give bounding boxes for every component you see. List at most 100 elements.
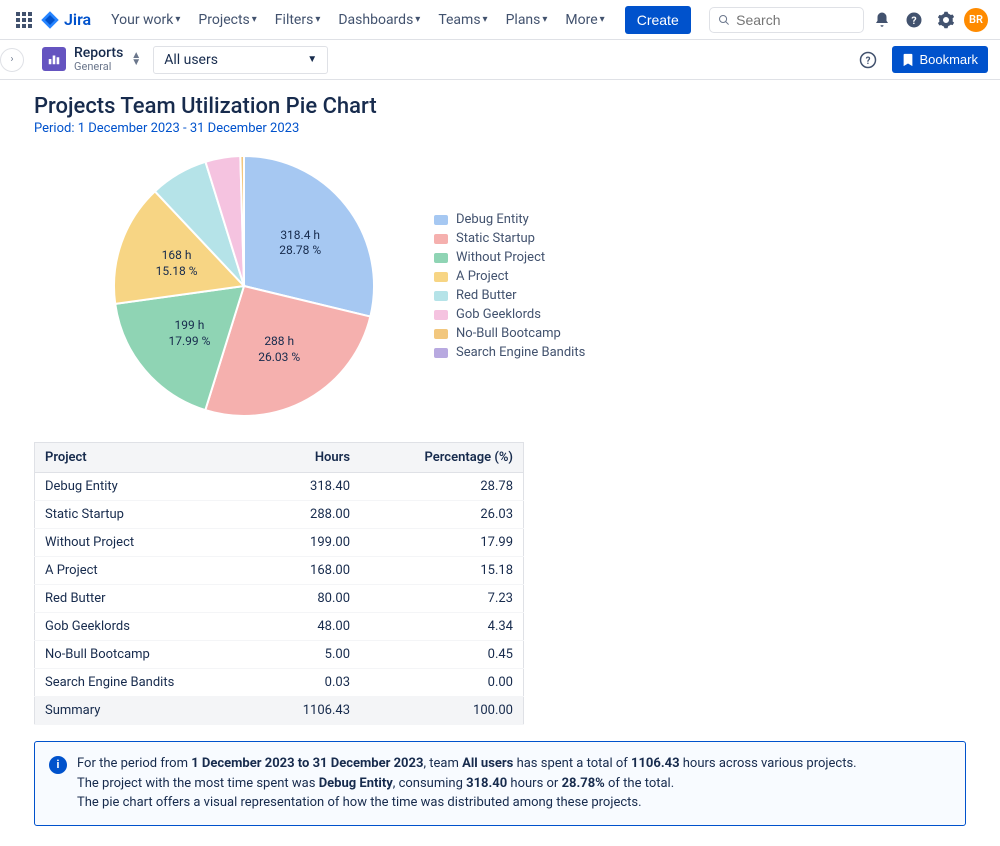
legend-swatch xyxy=(434,310,448,320)
legend-swatch xyxy=(434,253,448,263)
legend-label: Debug Entity xyxy=(456,212,529,227)
main-content: Projects Team Utilization Pie Chart Peri… xyxy=(0,80,1000,846)
legend-swatch xyxy=(434,348,448,358)
bookmark-label: Bookmark xyxy=(919,52,978,67)
cell-value: 7.23 xyxy=(360,585,523,613)
user-filter-select[interactable]: All users ▼ xyxy=(153,46,328,74)
legend-item[interactable]: Debug Entity xyxy=(434,212,585,227)
legend-label: Gob Geeklords xyxy=(456,307,541,322)
chart-legend: Debug Entity Static Startup Without Projec… xyxy=(434,212,585,360)
page-title: Projects Team Utilization Pie Chart xyxy=(34,94,966,119)
search-icon xyxy=(718,13,730,27)
legend-item[interactable]: Static Startup xyxy=(434,231,585,246)
legend-label: Search Engine Bandits xyxy=(456,345,585,360)
table-row: Gob Geeklords48.004.34 xyxy=(35,613,524,641)
cell-value: 199.00 xyxy=(259,529,360,557)
nav-item-projects[interactable]: Projects ▾ xyxy=(190,8,264,32)
table-header: Project xyxy=(35,443,260,473)
cell-value: 1106.43 xyxy=(259,697,360,725)
table-header: Hours xyxy=(259,443,360,473)
period-label: Period: 1 December 2023 - 31 December 20… xyxy=(34,121,966,136)
data-table: ProjectHoursPercentage (%) Debug Entity3… xyxy=(34,442,524,725)
legend-label: Without Project xyxy=(456,250,545,265)
user-filter-value: All users xyxy=(164,52,218,68)
cell-value: 15.18 xyxy=(360,557,523,585)
table-header: Percentage (%) xyxy=(360,443,523,473)
cell-value: 0.45 xyxy=(360,641,523,669)
legend-item[interactable]: Search Engine Bandits xyxy=(434,345,585,360)
app-switcher-icon[interactable] xyxy=(12,8,36,32)
legend-swatch xyxy=(434,272,448,282)
cell-value: 5.00 xyxy=(259,641,360,669)
cell-value: 318.40 xyxy=(259,473,360,501)
cell-value: 0.00 xyxy=(360,669,523,697)
svg-text:?: ? xyxy=(911,13,916,26)
legend-item[interactable]: Red Butter xyxy=(434,288,585,303)
create-button[interactable]: Create xyxy=(625,6,691,34)
cell-project: Summary xyxy=(35,697,260,725)
pie-chart: 318.4 h28.78 %288 h26.03 %199 h17.99 %16… xyxy=(104,146,384,426)
table-row: Debug Entity318.4028.78 xyxy=(35,473,524,501)
report-subtitle: General xyxy=(74,61,123,73)
nav-item-your-work[interactable]: Your work ▾ xyxy=(103,8,188,32)
top-nav: Jira Your work ▾Projects ▾Filters ▾Dashb… xyxy=(0,0,1000,40)
chevron-down-icon: ▼ xyxy=(307,54,317,65)
cell-value: 4.34 xyxy=(360,613,523,641)
report-title: Reports xyxy=(74,46,123,61)
nav-item-teams[interactable]: Teams ▾ xyxy=(430,8,495,32)
cell-value: 100.00 xyxy=(360,697,523,725)
bookmark-button[interactable]: Bookmark xyxy=(892,46,988,73)
legend-item[interactable]: Without Project xyxy=(434,250,585,265)
cell-value: 0.03 xyxy=(259,669,360,697)
legend-label: A Project xyxy=(456,269,509,284)
table-row: Summary1106.43100.00 xyxy=(35,697,524,725)
secondary-bar: › Reports General ▲▼ All users ▼ ? Bookm… xyxy=(0,40,1000,80)
legend-item[interactable]: Gob Geeklords xyxy=(434,307,585,322)
nav-item-dashboards[interactable]: Dashboards ▾ xyxy=(330,8,428,32)
table-row: Red Butter80.007.23 xyxy=(35,585,524,613)
cell-project: Without Project xyxy=(35,529,260,557)
panel-help-icon[interactable]: ? xyxy=(854,46,882,74)
info-icon: i xyxy=(49,756,67,774)
cell-project: Static Startup xyxy=(35,501,260,529)
nav-items: Your work ▾Projects ▾Filters ▾Dashboards… xyxy=(103,8,613,32)
legend-label: Red Butter xyxy=(456,288,517,303)
cell-value: 28.78 xyxy=(360,473,523,501)
search-box[interactable] xyxy=(709,7,864,33)
nav-item-plans[interactable]: Plans ▾ xyxy=(498,8,556,32)
help-icon[interactable]: ? xyxy=(900,6,928,34)
search-input[interactable] xyxy=(736,12,855,28)
jira-logo[interactable]: Jira xyxy=(40,10,91,30)
settings-icon[interactable] xyxy=(932,6,960,34)
nav-item-more[interactable]: More ▾ xyxy=(557,8,612,32)
cell-project: A Project xyxy=(35,557,260,585)
bookmark-icon xyxy=(902,53,914,67)
avatar[interactable]: BR xyxy=(964,8,988,32)
table-row: A Project168.0015.18 xyxy=(35,557,524,585)
sidebar-toggle[interactable]: › xyxy=(0,48,24,72)
legend-label: Static Startup xyxy=(456,231,535,246)
report-switcher-icon[interactable]: ▲▼ xyxy=(131,52,141,66)
table-row: Without Project199.0017.99 xyxy=(35,529,524,557)
cell-project: Debug Entity xyxy=(35,473,260,501)
legend-item[interactable]: No-Bull Bootcamp xyxy=(434,326,585,341)
cell-value: 288.00 xyxy=(259,501,360,529)
cell-value: 168.00 xyxy=(259,557,360,585)
product-name: Jira xyxy=(64,10,91,29)
cell-project: Red Butter xyxy=(35,585,260,613)
nav-item-filters[interactable]: Filters ▾ xyxy=(267,8,329,32)
legend-item[interactable]: A Project xyxy=(434,269,585,284)
table-row: Search Engine Bandits0.030.00 xyxy=(35,669,524,697)
legend-swatch xyxy=(434,291,448,301)
info-panel: i For the period from 1 December 2023 to… xyxy=(34,741,966,826)
cell-project: Gob Geeklords xyxy=(35,613,260,641)
notifications-icon[interactable] xyxy=(868,6,896,34)
legend-swatch xyxy=(434,234,448,244)
cell-project: Search Engine Bandits xyxy=(35,669,260,697)
table-row: No-Bull Bootcamp5.000.45 xyxy=(35,641,524,669)
report-badge[interactable]: Reports General ▲▼ xyxy=(42,46,141,73)
table-row: Static Startup288.0026.03 xyxy=(35,501,524,529)
legend-swatch xyxy=(434,215,448,225)
cell-value: 17.99 xyxy=(360,529,523,557)
reports-icon xyxy=(42,47,66,71)
